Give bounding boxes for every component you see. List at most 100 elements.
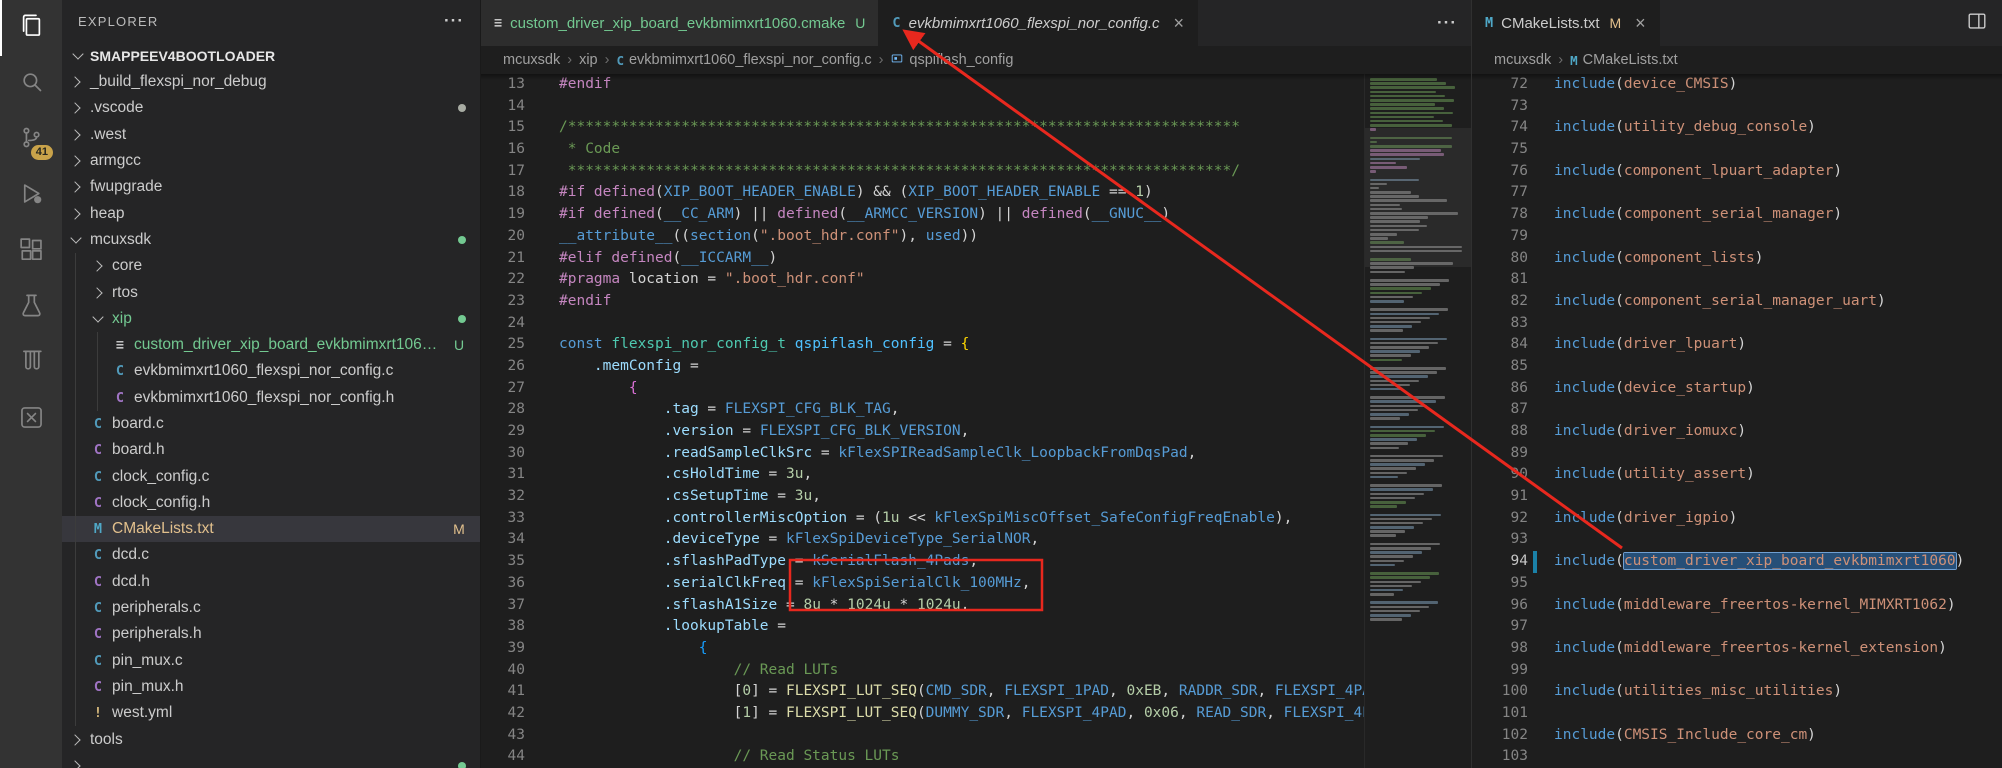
tree-row[interactable]: .vscode bbox=[62, 95, 480, 121]
tree-row[interactable]: Cdcd.c bbox=[62, 542, 480, 568]
tree-row[interactable]: Cdcd.h bbox=[62, 569, 480, 595]
tree-row[interactable]: mcuxsdk bbox=[62, 227, 480, 253]
tree-row[interactable]: Cboard.h bbox=[62, 437, 480, 463]
code-line[interactable]: 74 include(utility_debug_console) bbox=[1472, 117, 2002, 139]
code-line[interactable]: 92 include(driver_igpio) bbox=[1472, 508, 2002, 530]
code-line[interactable]: 28 .tag = FLEXSPI_CFG_BLK_TAG, bbox=[481, 399, 1365, 421]
code-editor[interactable]: 13 #endif 14 15 /***************************… bbox=[481, 74, 1471, 768]
minimap[interactable] bbox=[1364, 74, 1471, 768]
editor-tab[interactable]: ≡ custom_driver_xip_board_evkbmimxrt1060.… bbox=[481, 0, 880, 46]
code-line[interactable]: 18 #if defined(XIP_BOOT_HEADER_ENABLE) &&… bbox=[481, 182, 1365, 204]
activity-item-testing[interactable] bbox=[0, 280, 62, 336]
code-line[interactable]: 76 include(component_lpuart_adapter) bbox=[1472, 161, 2002, 183]
tree-row[interactable]: tools bbox=[62, 726, 480, 752]
code-line[interactable]: 16 * Code bbox=[481, 139, 1365, 161]
activity-item-source-control[interactable]: 41 bbox=[0, 112, 62, 168]
breadcrumb-item[interactable]: M CMakeLists.txt bbox=[1570, 52, 1678, 68]
code-line[interactable]: 72 include(device_CMSIS) bbox=[1472, 74, 2002, 96]
code-line[interactable]: 83 bbox=[1472, 313, 2002, 335]
code-line[interactable]: 25 const flexspi_nor_config_t qspiflash_c… bbox=[481, 334, 1365, 356]
code-line[interactable]: 93 bbox=[1472, 529, 2002, 551]
tree-row[interactable]: Cevkbmimxrt1060_flexspi_nor_config.c bbox=[62, 358, 480, 384]
code-line[interactable]: 31 .csHoldTime = 3u, bbox=[481, 464, 1365, 486]
code-line[interactable]: 13 #endif bbox=[481, 74, 1365, 96]
tree-row[interactable]: ! west.yml bbox=[62, 700, 480, 726]
breadcrumb-item[interactable]: xip bbox=[579, 52, 598, 68]
code-line[interactable]: 89 bbox=[1472, 443, 2002, 465]
code-line[interactable]: 15 /*************************************… bbox=[481, 117, 1365, 139]
close-icon[interactable]: × bbox=[1635, 14, 1646, 32]
code-line[interactable]: 80 include(component_lists) bbox=[1472, 248, 2002, 270]
code-line[interactable]: 98 include(middleware_freertos-kernel_ext… bbox=[1472, 638, 2002, 660]
code-line[interactable]: 36 .serialClkFreq = kFlexSpiSerialClk_10… bbox=[481, 573, 1365, 595]
code-line[interactable]: 84 include(driver_lpuart) bbox=[1472, 334, 2002, 356]
code-line[interactable]: 82 include(component_serial_manager_uart) bbox=[1472, 291, 2002, 313]
breadcrumb-item[interactable]: qspiflash_config bbox=[890, 51, 1013, 69]
code-line[interactable]: 101 bbox=[1472, 703, 2002, 725]
code-line[interactable]: 23 #endif bbox=[481, 291, 1365, 313]
code-line[interactable]: 85 bbox=[1472, 356, 2002, 378]
activity-item-mcuxpresso[interactable] bbox=[0, 392, 62, 448]
activity-item-extensions[interactable] bbox=[0, 224, 62, 280]
code-line[interactable]: 33 .controllerMiscOption = (1u << kFlexS… bbox=[481, 508, 1365, 530]
tree-row[interactable]: heap bbox=[62, 200, 480, 226]
code-line[interactable]: 22 #pragma location = ".boot_hdr.conf" bbox=[481, 269, 1365, 291]
tree-row[interactable]: core bbox=[62, 253, 480, 279]
tree-row[interactable]: Cclock_config.c bbox=[62, 463, 480, 489]
code-line[interactable]: 78 include(component_serial_manager) bbox=[1472, 204, 2002, 226]
activity-item-explorer[interactable] bbox=[0, 0, 62, 56]
code-line[interactable]: 75 bbox=[1472, 139, 2002, 161]
tree-row[interactable]: Cperipherals.h bbox=[62, 621, 480, 647]
activity-item-lab-tools[interactable] bbox=[0, 336, 62, 392]
tree-row[interactable]: Cpin_mux.c bbox=[62, 648, 480, 674]
tree-row[interactable]: M CMakeLists.txt M bbox=[62, 516, 480, 543]
code-line[interactable]: 35 .sflashPadType = kSerialFlash_4Pads, bbox=[481, 551, 1365, 573]
breadcrumb-item[interactable]: mcuxsdk bbox=[1494, 52, 1551, 68]
code-line[interactable]: 19 #if defined(__CC_ARM) || defined(__ARM… bbox=[481, 204, 1365, 226]
code-line[interactable]: 37 .sflashA1Size = 8u * 1024u * 1024u, bbox=[481, 595, 1365, 617]
code-line[interactable]: 96 include(middleware_freertos-kernel_MIM… bbox=[1472, 595, 2002, 617]
code-line[interactable]: 43 bbox=[481, 725, 1365, 747]
tree-row[interactable]: ≡ custom_driver_xip_board_evkbmimxrt1060.… bbox=[62, 332, 480, 358]
workspace-section-header[interactable]: SMAPPEEV4BOOTLOADER bbox=[62, 42, 480, 69]
code-line[interactable]: 94 include(custom_driver_xip_board_evkbmi… bbox=[1472, 551, 2002, 573]
activity-item-run-debug[interactable] bbox=[0, 168, 62, 224]
code-line[interactable]: 29 .version = FLEXSPI_CFG_BLK_VERSION, bbox=[481, 421, 1365, 443]
tree-row[interactable]: Cperipherals.c bbox=[62, 595, 480, 621]
code-line[interactable]: 44 // Read Status LUTs bbox=[481, 746, 1365, 768]
tree-row[interactable]: armgcc bbox=[62, 148, 480, 174]
code-line[interactable]: 34 .deviceType = kFlexSpiDeviceType_Seri… bbox=[481, 529, 1365, 551]
code-line[interactable]: 95 bbox=[1472, 573, 2002, 595]
tree-row[interactable]: xip bbox=[62, 306, 480, 332]
code-line[interactable]: 103 bbox=[1472, 746, 2002, 768]
code-line[interactable]: 40 // Read LUTs bbox=[481, 660, 1365, 682]
code-line[interactable]: 88 include(driver_iomuxc) bbox=[1472, 421, 2002, 443]
code-line[interactable]: 81 bbox=[1472, 269, 2002, 291]
breadcrumb-item[interactable]: Cevkbmimxrt1060_flexspi_nor_config.c bbox=[616, 52, 871, 68]
code-line[interactable]: 41 [0] = FLEXSPI_LUT_SEQ(CMD_SDR, FLEXSP… bbox=[481, 681, 1365, 703]
code-line[interactable]: 17 *************************************… bbox=[481, 161, 1365, 183]
code-line[interactable]: 39 { bbox=[481, 638, 1365, 660]
explorer-more-actions-button[interactable]: ··· bbox=[444, 11, 464, 31]
code-line[interactable]: 24 bbox=[481, 313, 1365, 335]
tree-row[interactable]: rtos bbox=[62, 279, 480, 305]
tree-row[interactable]: _build_flexspi_nor_debug bbox=[62, 69, 480, 95]
code-line[interactable]: 27 { bbox=[481, 378, 1365, 400]
tree-row[interactable]: Cevkbmimxrt1060_flexspi_nor_config.h bbox=[62, 385, 480, 411]
code-editor[interactable]: 72 include(device_CMSIS) 73 74 include(utili… bbox=[1472, 74, 2002, 768]
tree-row[interactable]: .west bbox=[62, 122, 480, 148]
tree-row[interactable] bbox=[62, 753, 480, 768]
tree-row[interactable]: Cpin_mux.h bbox=[62, 674, 480, 700]
tree-row[interactable]: fwupgrade bbox=[62, 174, 480, 200]
close-icon[interactable]: × bbox=[1174, 14, 1185, 32]
editor-tab[interactable]: Cevkbmimxrt1060_flexspi_nor_config.c × bbox=[879, 0, 1199, 46]
tree-row[interactable]: Cclock_config.h bbox=[62, 490, 480, 516]
code-line[interactable]: 86 include(device_startup) bbox=[1472, 378, 2002, 400]
code-line[interactable]: 73 bbox=[1472, 96, 2002, 118]
code-line[interactable]: 79 bbox=[1472, 226, 2002, 248]
code-line[interactable]: 97 bbox=[1472, 616, 2002, 638]
code-line[interactable]: 77 bbox=[1472, 182, 2002, 204]
code-line[interactable]: 99 bbox=[1472, 660, 2002, 682]
code-line[interactable]: 21 #elif defined(__ICCARM__) bbox=[481, 248, 1365, 270]
code-line[interactable]: 30 .readSampleClkSrc = kFlexSPIReadSampl… bbox=[481, 443, 1365, 465]
